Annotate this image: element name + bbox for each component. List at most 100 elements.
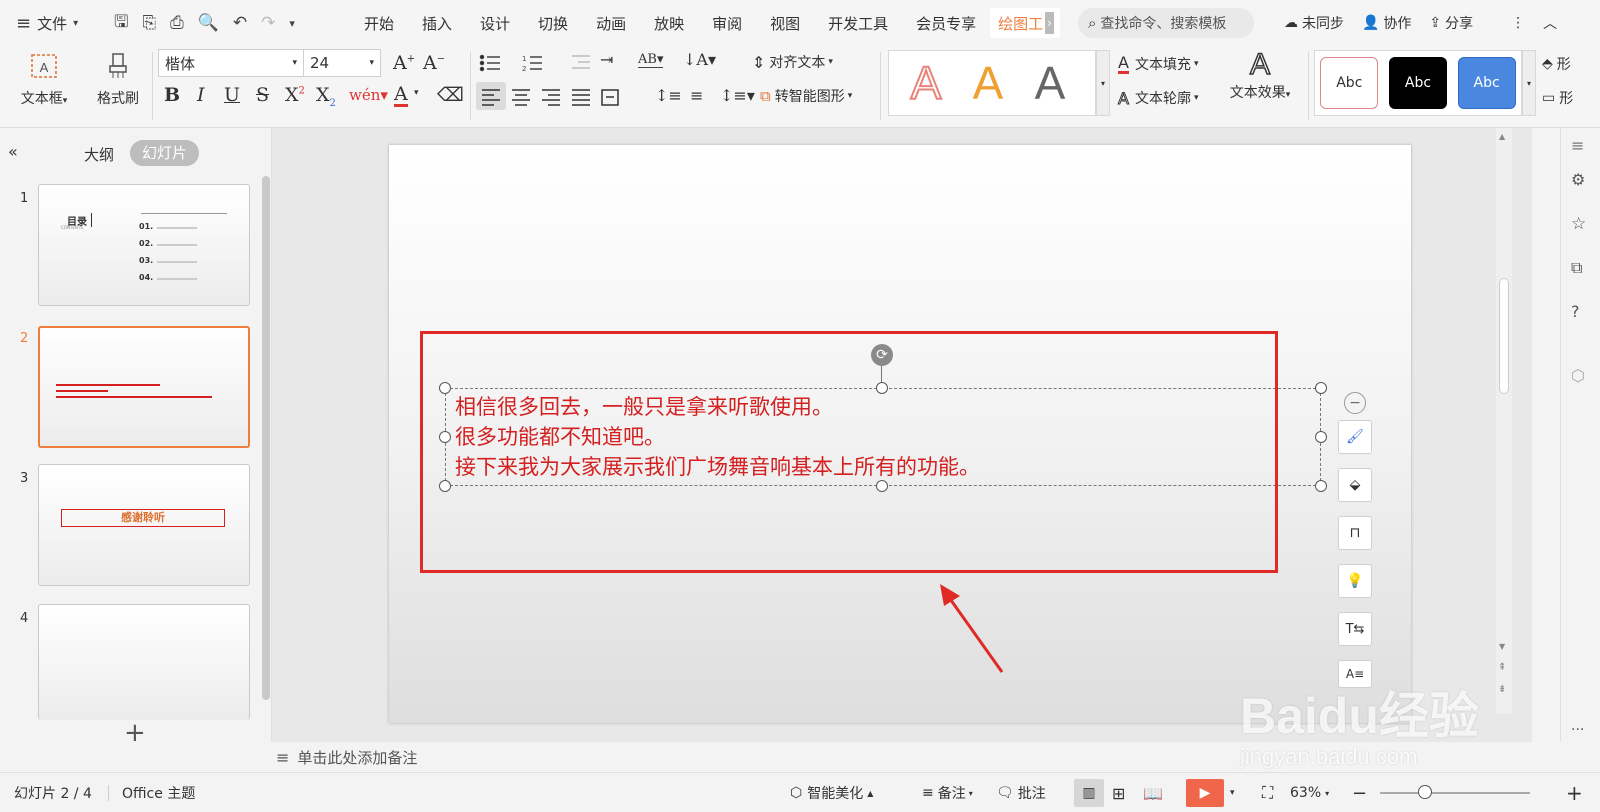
sorter-view-icon[interactable]: ⊞ xyxy=(1112,773,1125,812)
resize-handle[interactable] xyxy=(439,480,451,492)
print-preview-icon[interactable]: 🔍 xyxy=(198,13,219,33)
redo-icon[interactable]: ↷ xyxy=(261,13,275,33)
textbox-button[interactable]: A 文本框▾ xyxy=(14,52,74,120)
shape-style-tool[interactable]: 🖌 xyxy=(1338,420,1372,454)
zoom-slider-thumb[interactable] xyxy=(1418,785,1432,799)
chevron-down-icon[interactable]: ▾ xyxy=(414,88,419,98)
help-icon[interactable]: ? xyxy=(1571,302,1580,321)
share-button[interactable]: ⇪ 分享 xyxy=(1429,13,1473,33)
notes-button[interactable]: ≡ 备注 ▾ xyxy=(922,773,973,812)
shape-style-black[interactable]: Abc xyxy=(1388,57,1447,109)
resize-handle[interactable] xyxy=(1315,431,1327,443)
wordart-style-gray[interactable]: A xyxy=(1035,56,1066,110)
chevron-down-icon[interactable]: ▾ xyxy=(1230,773,1235,812)
tab-6[interactable]: 审阅 xyxy=(698,13,756,34)
text-tool[interactable]: T⇆ xyxy=(1338,612,1372,646)
prev-page-icon[interactable]: ⇞ xyxy=(1498,662,1506,673)
resize-handle[interactable] xyxy=(1315,382,1327,394)
resize-handle[interactable] xyxy=(439,382,451,394)
resize-handle[interactable] xyxy=(876,480,888,492)
beautify-button[interactable]: ⬡ 智能美化 ▲ xyxy=(790,773,873,812)
text-effect-button[interactable]: A 文本效果▾ xyxy=(1222,47,1298,102)
clear-format-icon[interactable]: ⌫ xyxy=(437,84,464,106)
add-slide-icon[interactable]: + xyxy=(124,720,146,746)
menu-icon[interactable]: ≡ xyxy=(1571,136,1584,155)
shape-style-gallery[interactable]: Abc Abc Abc xyxy=(1314,50,1522,116)
panel-scrollbar[interactable] xyxy=(262,176,270,700)
file-menu[interactable]: ≡ 文件 ▾ xyxy=(0,13,108,34)
shape-outline-button[interactable]: ▭ 形 xyxy=(1542,88,1573,108)
subscript-icon[interactable]: X2 xyxy=(316,84,336,109)
tab-2[interactable]: 设计 xyxy=(466,13,524,34)
resize-handle[interactable] xyxy=(1315,480,1327,492)
shape-fill-button[interactable]: ⬘ 形 xyxy=(1542,54,1571,74)
tab-4[interactable]: 动画 xyxy=(582,13,640,34)
increase-indent-icon[interactable]: ⇥ xyxy=(600,50,613,69)
tab-3[interactable]: 切换 xyxy=(524,13,582,34)
tab-outline[interactable]: 大纲 xyxy=(84,144,114,165)
resize-handle[interactable] xyxy=(876,382,888,394)
bold-icon[interactable]: B xyxy=(164,84,180,106)
superscript-icon[interactable]: X2 xyxy=(285,84,305,106)
play-icon[interactable]: ▶ xyxy=(1186,779,1224,807)
tab-scroll-icon[interactable]: › xyxy=(1045,12,1054,34)
zoom-slider[interactable] xyxy=(1380,792,1530,794)
slide-text[interactable]: 相信很多回去，一般只是拿来听歌使用。 很多功能都不知道吧。 接下来我为大家展示我… xyxy=(455,392,980,482)
tab-slides[interactable]: 幻灯片 xyxy=(130,140,200,166)
paragraph-spacing-icon[interactable]: ≡ xyxy=(690,86,703,105)
font-name-select[interactable]: 楷体 ▾ xyxy=(158,49,304,77)
collapse-tools-icon[interactable]: − xyxy=(1344,392,1366,414)
collapse-ribbon-icon[interactable]: ︿ xyxy=(1543,13,1557,33)
print-icon[interactable]: ⎙ xyxy=(170,13,184,33)
slide-thumbnail-4[interactable] xyxy=(38,604,250,720)
shape-outline-tool[interactable]: ⊓ xyxy=(1338,516,1372,550)
strikethrough-icon[interactable]: S xyxy=(256,84,269,106)
align-text-button[interactable]: ⇕ 对齐文本 ▾ xyxy=(752,52,833,72)
undo-icon[interactable]: ↶ xyxy=(233,13,247,33)
zoom-out-icon[interactable]: − xyxy=(1352,773,1367,812)
underline-icon[interactable]: U xyxy=(224,84,240,106)
rotate-handle-icon[interactable]: ⟳ xyxy=(871,344,893,366)
more-icon[interactable]: ⋮ xyxy=(1511,15,1525,31)
line-spacing-icon[interactable]: ↕≡ xyxy=(655,86,682,105)
vertical-scrollbar[interactable]: ▲ ▼ ⇞ ⇟ xyxy=(1496,128,1512,714)
text-fill-button[interactable]: A 文本填充 ▾ xyxy=(1118,54,1198,74)
gallery-expand-icon[interactable]: ▾ xyxy=(1522,50,1536,116)
save-icon[interactable]: 🖫 xyxy=(114,9,128,38)
tab-drawing-tools[interactable]: 绘图工 › xyxy=(990,8,1060,38)
slide-thumbnail-3[interactable]: 感谢聆听 xyxy=(38,464,250,586)
wordart-style-orange[interactable]: A xyxy=(973,56,1004,110)
slides-icon[interactable]: ⧉ xyxy=(1571,258,1582,278)
reading-view-icon[interactable]: 📖 xyxy=(1143,773,1163,812)
export-icon[interactable]: ⎘ xyxy=(142,13,156,33)
star-icon[interactable]: ☆ xyxy=(1571,214,1586,234)
alignment-icons[interactable] xyxy=(480,86,620,108)
text-direction-icon[interactable]: AB▾ xyxy=(638,52,664,68)
scroll-thumb[interactable] xyxy=(1499,278,1509,394)
wordart-gallery[interactable]: A A A xyxy=(888,50,1096,116)
slide-thumbnail-1[interactable]: 目录 CONTENTS 01. 02. 03. 04. xyxy=(38,184,250,306)
increase-font-icon[interactable]: A+ xyxy=(393,52,415,74)
font-color-icon[interactable]: A xyxy=(394,84,408,107)
zoom-in-icon[interactable]: + xyxy=(1566,773,1583,812)
spacing-options-icon[interactable]: ↕≡▾ xyxy=(720,86,755,105)
slide-thumbnail-2[interactable] xyxy=(38,326,250,448)
scroll-up-icon[interactable]: ▲ xyxy=(1499,132,1505,141)
list-buttons[interactable]: 12 xyxy=(478,52,598,74)
decrease-font-icon[interactable]: A− xyxy=(423,52,445,74)
gallery-expand-icon[interactable]: ▾ xyxy=(1096,50,1110,116)
next-page-icon[interactable]: ⇟ xyxy=(1498,684,1506,695)
sort-icon[interactable]: ↓A▾ xyxy=(683,50,716,69)
scroll-down-icon[interactable]: ▼ xyxy=(1499,642,1505,651)
tab-7[interactable]: 视图 xyxy=(756,13,814,34)
font-size-select[interactable]: 24 ▾ xyxy=(303,49,381,77)
wordart-style-outline[interactable]: A xyxy=(910,56,943,110)
phonetic-guide-icon[interactable]: wén▾ xyxy=(349,86,388,104)
shape-style-blue[interactable]: Abc xyxy=(1457,57,1516,109)
tab-0[interactable]: 开始 xyxy=(350,13,408,34)
shape-fill-tool[interactable]: ⬙ xyxy=(1338,468,1372,502)
tab-9[interactable]: 会员专享 xyxy=(902,13,990,34)
sync-button[interactable]: ☁ 未同步 xyxy=(1284,13,1344,33)
theme-name[interactable]: Office 主题 xyxy=(122,773,195,812)
smart-tool[interactable]: 💡 xyxy=(1338,564,1372,598)
